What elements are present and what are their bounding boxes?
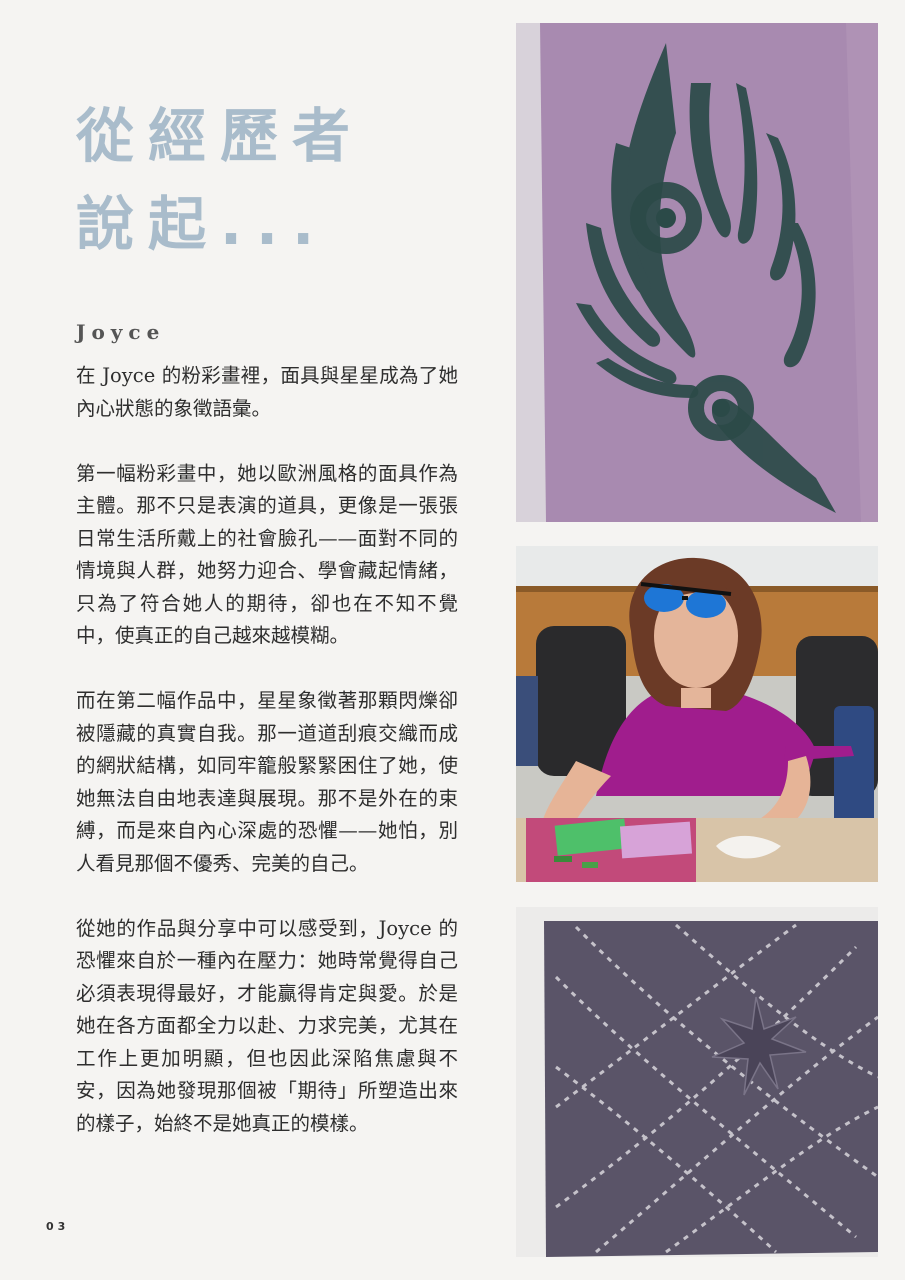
article-body: 在 Joyce 的粉彩畫裡，面具與星星成為了她內心狀態的象徵語彙。 第一幅粉彩畫… [76,360,458,1173]
page-number: 03 [46,1220,70,1233]
paragraph-2: 第一幅粉彩畫中，她以歐洲風格的面具作為主體。那不只是表演的道具，更像是一張張日常… [76,461,458,648]
paragraph-4: 從她的作品與分享中可以感受到，Joyce 的恐懼來自於一種內在壓力：她時常覺得自… [76,916,458,1135]
feather-artwork-photo [516,23,878,522]
author-name: Joyce [76,320,166,344]
page-title-line-1: 從經歷者 [76,102,365,170]
paragraph-3: 而在第二幅作品中，星星象徵著那顆閃爍卻被隱藏的真實自我。那一道道刮痕交織而成的網… [76,689,458,875]
page-title-line-2: 說起... [76,190,329,258]
paragraph-1: 在 Joyce 的粉彩畫裡，面具與星星成為了她內心狀態的象徵語彙。 [76,364,458,420]
star-artwork-photo [516,907,878,1257]
page-title: 從經歷者 說起... [76,92,364,268]
participant-drawing-photo [516,546,878,882]
